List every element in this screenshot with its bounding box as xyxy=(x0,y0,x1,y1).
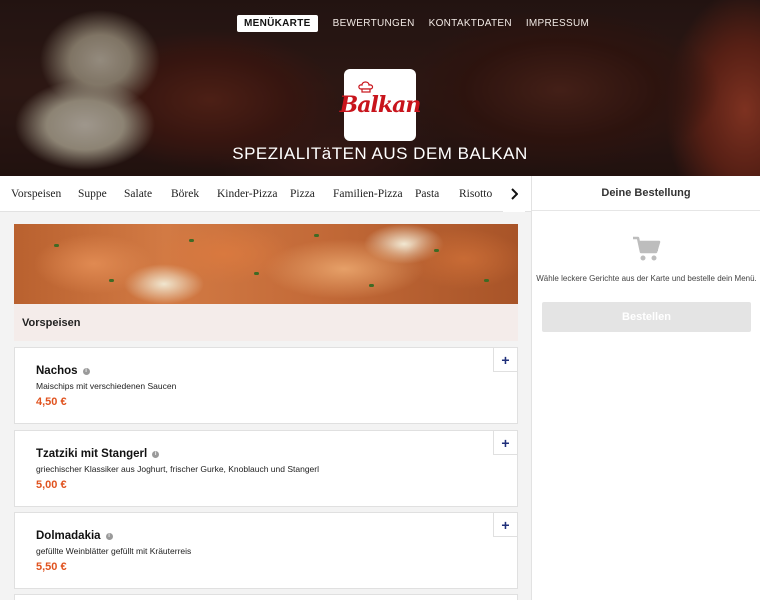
menu-item-price: 5,50 € xyxy=(36,561,67,573)
menu-item-name-row: Nachos i xyxy=(36,365,90,377)
add-to-cart-button[interactable]: + xyxy=(493,348,517,372)
order-button[interactable]: Bestellen xyxy=(542,302,751,332)
info-icon[interactable]: i xyxy=(152,450,160,458)
category-vorspeisen[interactable]: Vorspeisen xyxy=(11,188,61,200)
section-title: Vorspeisen xyxy=(14,304,518,341)
cart-icon xyxy=(633,236,661,261)
menu-item-price: 4,50 € xyxy=(36,396,67,408)
category-salate[interactable]: Salate xyxy=(124,188,152,200)
herb-garnish xyxy=(369,284,374,287)
nav-kontaktdaten[interactable]: KONTAKTDATEN xyxy=(422,15,519,32)
restaurant-logo[interactable]: Balkan xyxy=(340,69,421,141)
category-bar: Vorspeisen Suppe Salate Börek Kinder-Piz… xyxy=(0,176,531,212)
info-icon[interactable]: i xyxy=(105,532,113,540)
menu-item-description: Maischips mit verschiedenen Saucen xyxy=(36,381,177,391)
herb-garnish xyxy=(314,234,319,237)
category-risotto[interactable]: Risotto xyxy=(459,188,492,200)
menu-item-description: griechischer Klassiker aus Joghurt, fris… xyxy=(36,464,320,474)
menu-item-card[interactable]: Tzatziki mit Stangerl i griechischer Kla… xyxy=(14,430,518,507)
menu-item-name-row: Dolmadakia i xyxy=(36,530,113,542)
menu-item-name-row: Tzatziki mit Stangerl i xyxy=(36,448,160,460)
herb-garnish xyxy=(254,272,259,275)
category-pasta[interactable]: Pasta xyxy=(415,188,439,200)
category-suppe[interactable]: Suppe xyxy=(78,188,107,200)
section-banner-image xyxy=(14,224,518,304)
order-panel: Deine Bestellung Wähle leckere Gerichte … xyxy=(531,176,760,600)
hero-title: SPEZIALITäTEN AUS DEM BALKAN xyxy=(232,144,528,163)
nav-menukarte[interactable]: MENÜKARTE xyxy=(237,15,318,32)
herb-garnish xyxy=(109,279,114,282)
chef-hat-icon xyxy=(358,81,374,93)
info-icon[interactable]: i xyxy=(82,367,90,375)
category-kinder-pizza[interactable]: Kinder-Pizza xyxy=(217,188,277,200)
menu-item-name: Tzatziki mit Stangerl xyxy=(36,448,148,460)
order-hint-text: Wähle leckere Gerichte aus der Karte und… xyxy=(536,274,757,283)
menu-item-card[interactable]: Nachos i Maischips mit verschiedenen Sau… xyxy=(14,347,518,424)
herb-garnish xyxy=(189,239,194,242)
chevron-right-icon[interactable] xyxy=(503,176,525,212)
top-navigation: MENÜKARTE BEWERTUNGEN KONTAKTDATEN IMPRE… xyxy=(237,15,596,32)
add-to-cart-button[interactable]: + xyxy=(493,431,517,455)
menu-item-price: 5,00 € xyxy=(36,479,67,491)
category-familien-pizza[interactable]: Familien-Pizza xyxy=(333,188,403,200)
menu-item-description: gefüllte Weinblätter gefüllt mit Kräuter… xyxy=(36,546,192,556)
order-title: Deine Bestellung xyxy=(532,176,760,211)
logo-text: Balkan xyxy=(339,92,422,118)
add-to-cart-button[interactable]: + xyxy=(493,513,517,537)
herb-garnish xyxy=(434,249,439,252)
menu-item-name: Dolmadakia xyxy=(36,530,101,542)
menu-item-card[interactable]: Dolmadakia i gefüllte Weinblätter gefüll… xyxy=(14,512,518,589)
menu-item-card[interactable] xyxy=(14,594,518,600)
nav-impressum[interactable]: IMPRESSUM xyxy=(519,15,596,32)
herb-garnish xyxy=(54,244,59,247)
category-boerek[interactable]: Börek xyxy=(171,188,199,200)
category-pizza[interactable]: Pizza xyxy=(290,188,315,200)
nav-bewertungen[interactable]: BEWERTUNGEN xyxy=(326,15,422,32)
hero-banner: MENÜKARTE BEWERTUNGEN KONTAKTDATEN IMPRE… xyxy=(0,0,760,176)
menu-item-name: Nachos xyxy=(36,365,78,377)
herb-garnish xyxy=(484,279,489,282)
